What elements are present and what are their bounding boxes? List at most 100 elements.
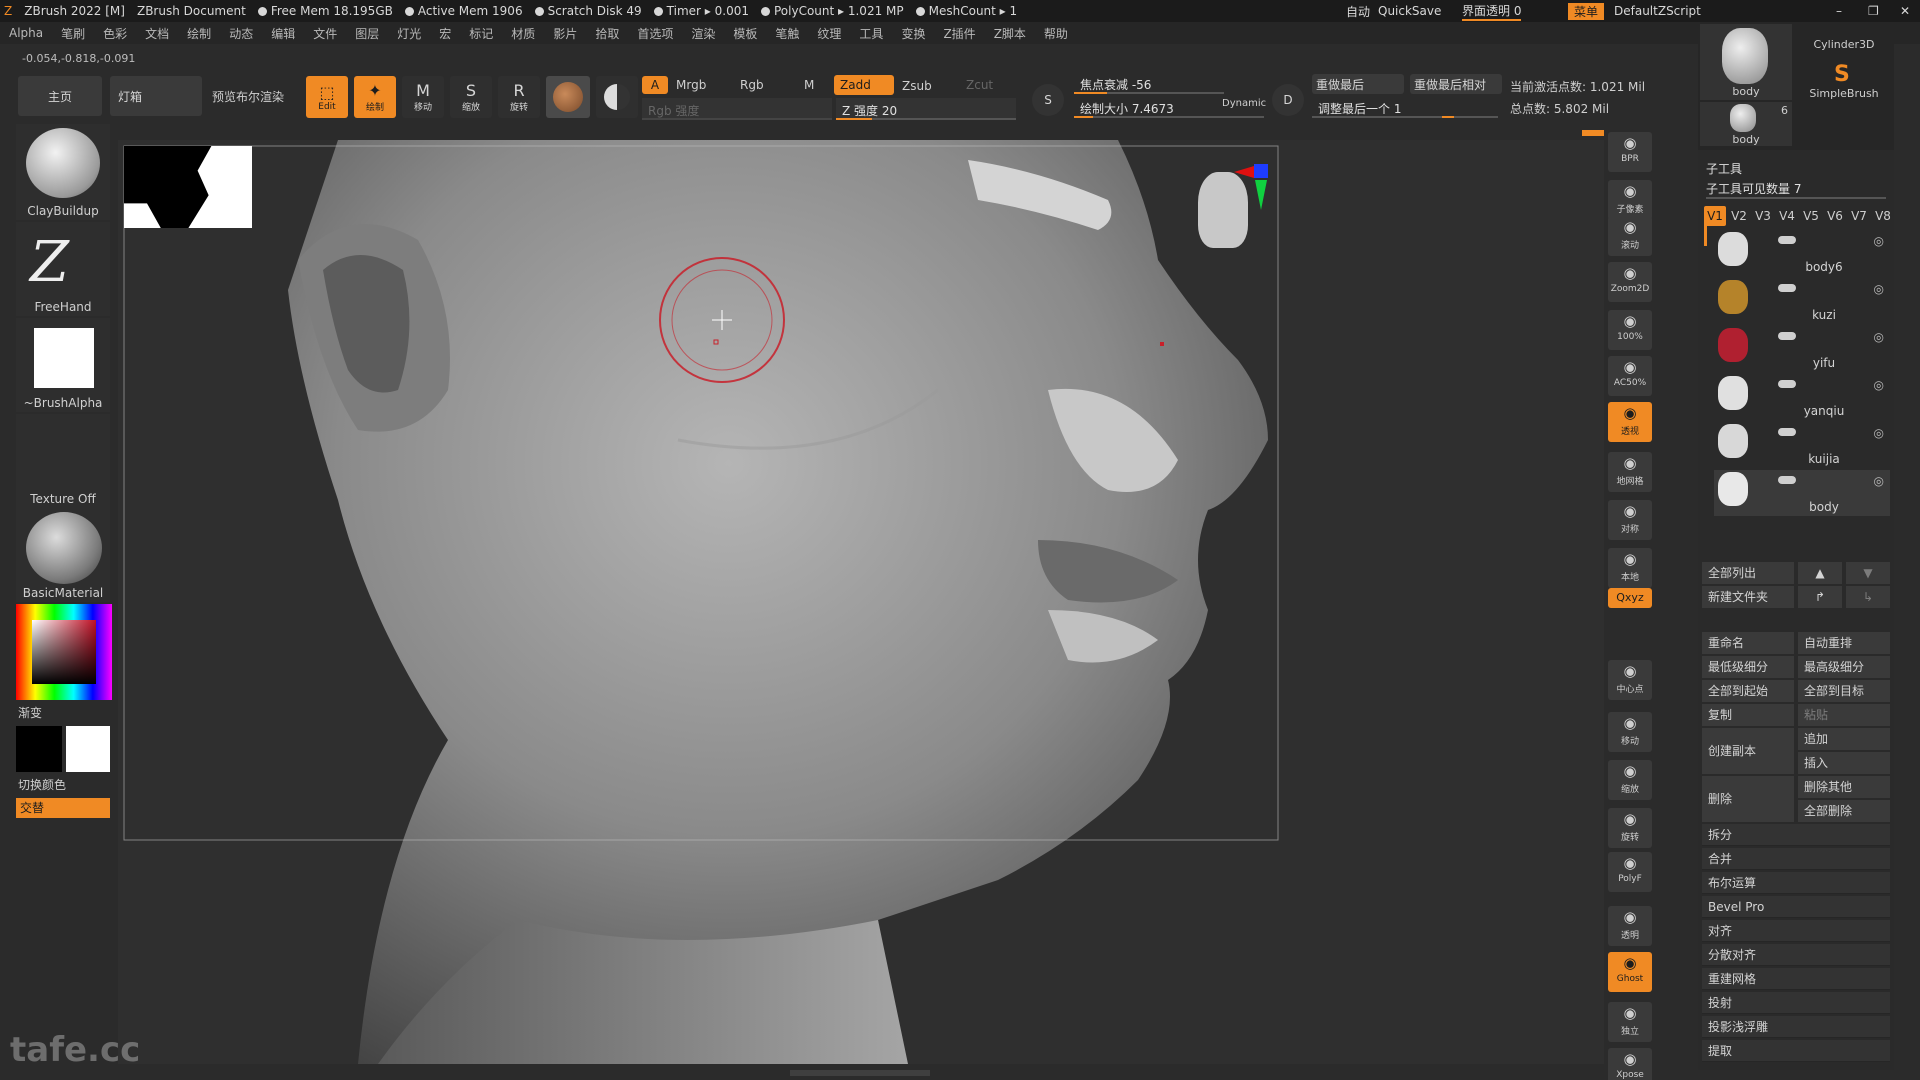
menu-item[interactable]: 动态 <box>229 25 253 42</box>
bool-preview-button[interactable]: 预览布尔渲染 <box>212 88 284 105</box>
frame-button[interactable]: ◉ 中心点 <box>1608 660 1652 700</box>
menu-item[interactable]: 变换 <box>901 25 925 42</box>
texture-picker[interactable]: Texture Off <box>16 414 110 508</box>
new-folder-button[interactable]: 新建文件夹 <box>1702 586 1794 608</box>
view-orientation-gizmo[interactable] <box>1194 162 1268 252</box>
solo-button[interactable]: ◉ 独立 <box>1608 1002 1652 1042</box>
simplebrush-tool[interactable]: S SimpleBrush <box>1798 62 1890 100</box>
version-tab[interactable]: V1 <box>1704 206 1726 226</box>
list-all-button[interactable]: 全部列出 <box>1702 562 1794 584</box>
mrgb-button[interactable]: Mrgb <box>676 78 706 92</box>
bpr-button[interactable]: ◉ BPR <box>1608 132 1652 172</box>
rotate-button[interactable]: ◉ 旋转 <box>1608 808 1652 848</box>
menu-item[interactable]: 文档 <box>145 25 169 42</box>
menu-item[interactable]: 笔触 <box>775 25 799 42</box>
menu-item[interactable]: 宏 <box>439 25 451 42</box>
rgb-button[interactable]: Rgb <box>740 78 764 92</box>
project-menu[interactable]: 投射 <box>1702 992 1890 1014</box>
create-copy-button[interactable]: 创建副本 <box>1702 728 1794 774</box>
default-zscript-button[interactable]: DefaultZScript <box>1614 4 1701 18</box>
duplicate-button[interactable]: 复制 <box>1702 704 1794 726</box>
focal-shift-slider[interactable]: 焦点衰减 -56 <box>1074 72 1224 94</box>
stroke-picker[interactable]: Z FreeHand <box>16 222 110 316</box>
interface-transparency-slider[interactable]: 界面透明 0 <box>1462 2 1522 21</box>
zsub-button[interactable]: Zsub <box>902 79 932 93</box>
visibility-eye-icon[interactable]: ◎ <box>1874 426 1884 440</box>
perspective-button[interactable]: ◉ 透视 <box>1608 402 1652 442</box>
delete-button[interactable]: 删除 <box>1702 776 1794 822</box>
adjust-last-slider[interactable]: 调整最后一个 1 <box>1312 96 1498 118</box>
menu-item[interactable]: 渲染 <box>691 25 715 42</box>
version-tab[interactable]: V3 <box>1752 206 1774 226</box>
a-toggle[interactable]: A <box>642 76 668 94</box>
menu-item[interactable]: 标记 <box>469 25 493 42</box>
zoom2d-button[interactable]: ◉ Zoom2D <box>1608 262 1652 302</box>
delete-all-button[interactable]: 全部删除 <box>1798 800 1890 822</box>
zcut-button[interactable]: Zcut <box>966 78 993 92</box>
menu-item[interactable]: 首选项 <box>637 25 673 42</box>
material-picker[interactable]: BasicMaterial <box>16 508 110 602</box>
subtool-toggle[interactable] <box>1778 332 1796 340</box>
bottom-tray-handle[interactable] <box>790 1070 930 1076</box>
local-button[interactable]: ◉ 本地 <box>1608 548 1652 588</box>
extract-menu[interactable]: 提取 <box>1702 1040 1890 1062</box>
menu-item[interactable]: 笔刷 <box>61 25 85 42</box>
subtool-item[interactable]: ◎ yifu <box>1714 326 1890 372</box>
body-small-tool[interactable]: 6 body <box>1700 102 1792 146</box>
main-color-swatch[interactable] <box>16 726 62 772</box>
all-to-target-button[interactable]: 全部到目标 <box>1798 680 1890 702</box>
subtool-toggle[interactable] <box>1778 380 1796 388</box>
color-picker[interactable] <box>16 604 112 700</box>
lightbox-button[interactable]: 灯箱 <box>110 76 202 116</box>
subtool-item[interactable]: ◎ yanqiu <box>1714 374 1890 420</box>
paste-button[interactable]: 粘贴 <box>1798 704 1890 726</box>
transp-button[interactable]: ◉ 透明 <box>1608 906 1652 946</box>
symmetry-button[interactable]: ◉ 对称 <box>1608 500 1652 540</box>
minimize-icon[interactable]: – <box>1836 4 1842 18</box>
merge-menu[interactable]: 合并 <box>1702 848 1890 870</box>
project-bas-relief-menu[interactable]: 投影浅浮雕 <box>1702 1016 1890 1038</box>
xpose-button[interactable]: ◉ Xpose <box>1608 1048 1652 1080</box>
zadd-button[interactable]: Zadd <box>834 75 894 95</box>
zoom100-button[interactable]: ◉ 100% <box>1608 310 1652 350</box>
menu-item[interactable]: 拾取 <box>595 25 619 42</box>
subtool-item[interactable]: ◎ body <box>1714 470 1890 516</box>
polyf-button[interactable]: ◉ PolyF <box>1608 852 1652 892</box>
delete-other-button[interactable]: 删除其他 <box>1798 776 1890 798</box>
menu-item[interactable]: 模板 <box>733 25 757 42</box>
rgb-intensity-slider[interactable]: Rgb 强度 <box>642 98 832 120</box>
scale-button[interactable]: S 缩放 <box>450 76 492 118</box>
menu-item[interactable]: Z插件 <box>943 25 975 42</box>
subtool-item[interactable]: ◎ body6 <box>1714 230 1890 276</box>
dynamic-button[interactable]: Dynamic <box>1222 98 1266 109</box>
subtool-toggle[interactable] <box>1778 428 1796 436</box>
move-button[interactable]: M 移动 <box>402 76 444 118</box>
version-tab[interactable]: V5 <box>1800 206 1822 226</box>
menu-item[interactable]: 纹理 <box>817 25 841 42</box>
menu-item[interactable]: 图层 <box>355 25 379 42</box>
rename-button[interactable]: 重命名 <box>1702 632 1794 654</box>
insert-button[interactable]: 插入 <box>1798 752 1890 774</box>
subpixel-button[interactable]: ◉ 子像素 <box>1608 180 1652 220</box>
alternate-button[interactable]: 交替 <box>16 798 110 818</box>
menu-item[interactable]: 影片 <box>553 25 577 42</box>
append-button[interactable]: 追加 <box>1798 728 1890 750</box>
menu-item[interactable]: Z脚本 <box>994 25 1026 42</box>
menu-item[interactable]: 编辑 <box>271 25 295 42</box>
close-icon[interactable]: ✕ <box>1900 4 1910 18</box>
texture-toggle[interactable] <box>596 76 638 118</box>
replay-last-relative-button[interactable]: 重做最后相对 <box>1410 74 1502 94</box>
bevel-pro-menu[interactable]: Bevel Pro <box>1702 896 1890 918</box>
d-button[interactable]: D <box>1272 84 1304 116</box>
version-tab[interactable]: V4 <box>1776 206 1798 226</box>
version-tab[interactable]: V8 <box>1872 206 1894 226</box>
menu-item[interactable]: 帮助 <box>1044 25 1068 42</box>
move-down-icon[interactable]: ▼ <box>1846 562 1890 584</box>
align-menu[interactable]: 对齐 <box>1702 920 1890 942</box>
auto-reorder-button[interactable]: 自动重排 <box>1798 632 1890 654</box>
body-tool-thumb[interactable]: body <box>1700 24 1792 100</box>
menu-item[interactable]: 工具 <box>859 25 883 42</box>
ghost-button[interactable]: ◉ Ghost <box>1608 952 1652 992</box>
navigation-thumbnail[interactable] <box>124 146 252 228</box>
m-button[interactable]: M <box>804 78 814 92</box>
